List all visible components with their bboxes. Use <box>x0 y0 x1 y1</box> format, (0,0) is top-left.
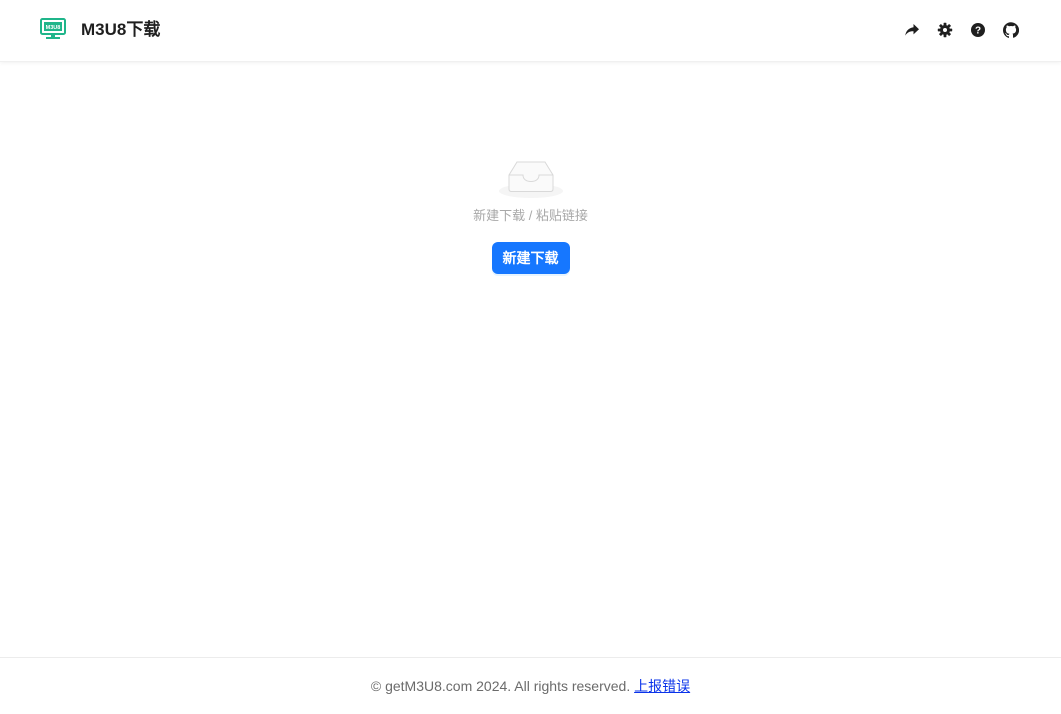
settings-button[interactable] <box>936 21 954 39</box>
report-error-link[interactable]: 上报错误 <box>634 678 690 694</box>
new-download-button[interactable]: 新建下载 <box>491 242 570 274</box>
app-title: M3U8下载 <box>81 20 161 39</box>
empty-inbox-icon <box>498 161 563 198</box>
share-icon <box>905 24 919 36</box>
help-button[interactable]: ? <box>969 21 987 39</box>
share-button[interactable] <box>903 21 921 39</box>
svg-text:M3U8: M3U8 <box>46 25 61 31</box>
app-header: M3U8 M3U8下载 ? <box>0 0 1061 62</box>
empty-description: 新建下载 / 粘贴链接 <box>473 208 588 223</box>
github-icon <box>1003 22 1019 38</box>
empty-state: 新建下载 / 粘贴链接 新建下载 <box>0 156 1061 274</box>
footer: © getM3U8.com 2024. All rights reserved.… <box>0 657 1061 709</box>
github-button[interactable] <box>1002 21 1020 39</box>
help-icon: ? <box>971 23 985 37</box>
gear-icon <box>937 22 953 38</box>
monitor-m3u8-logo-icon: M3U8 <box>40 18 66 39</box>
copyright-text: © getM3U8.com 2024. All rights reserved. <box>370 678 631 694</box>
svg-text:?: ? <box>975 26 981 37</box>
